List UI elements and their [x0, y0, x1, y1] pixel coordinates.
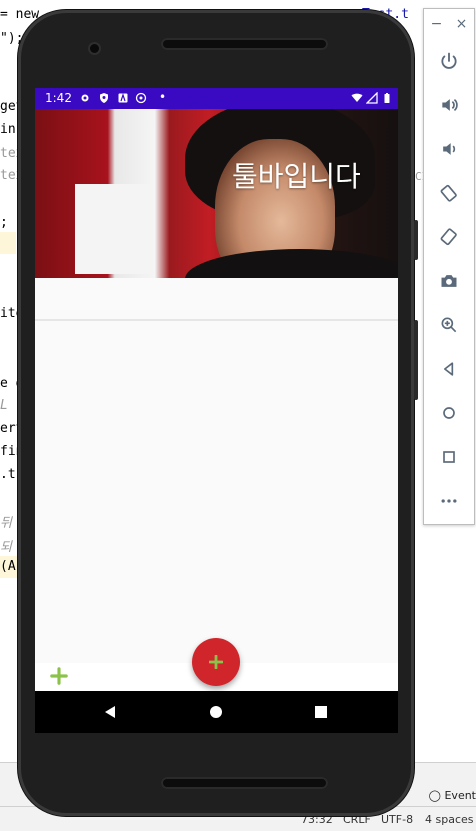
add-icon[interactable] — [50, 667, 68, 685]
zoom-button[interactable] — [424, 305, 474, 345]
indent-setting[interactable]: 4 spaces — [425, 813, 474, 826]
code-line: ; — [0, 215, 8, 230]
volume-up-icon — [442, 98, 458, 112]
code-line: .t — [0, 467, 16, 482]
notification-a-icon — [118, 93, 128, 103]
rotate-left-button[interactable] — [424, 173, 474, 213]
event-log-icon: ◯ — [428, 789, 445, 802]
zoom-icon — [441, 317, 457, 333]
image-shoulder — [185, 249, 398, 278]
camera-icon — [441, 275, 457, 287]
code-line: (A — [0, 559, 16, 574]
back-button[interactable] — [424, 349, 474, 389]
settings-icon — [81, 94, 89, 102]
front-camera — [90, 44, 99, 53]
overview-button[interactable] — [424, 437, 474, 477]
rotate-left-icon — [440, 184, 457, 202]
content-divider — [35, 319, 398, 321]
status-bar: 1:42 • — [35, 88, 398, 109]
screenshot-button[interactable] — [424, 261, 474, 301]
battery-icon — [384, 93, 390, 103]
image-window-light — [75, 184, 150, 274]
emulator-toolbar: − × — [423, 8, 475, 525]
fab-plus-icon — [209, 655, 223, 669]
status-time: 1:42 — [45, 91, 72, 105]
power-icon — [441, 52, 457, 69]
back-icon — [444, 362, 454, 376]
power-key — [414, 220, 418, 260]
home-button[interactable] — [424, 393, 474, 433]
code-line: L — [0, 398, 8, 413]
code-line: in — [0, 122, 16, 137]
nav-home-button[interactable] — [196, 691, 236, 733]
power-button[interactable] — [424, 41, 474, 81]
window-controls: − × — [424, 11, 474, 37]
more-notifications-dot: • — [159, 90, 167, 104]
shield-icon — [100, 93, 108, 103]
nav-overview-icon — [315, 706, 327, 718]
home-icon — [443, 407, 455, 419]
phone-screen: 1:42 • 툴바입니다 — [35, 88, 398, 733]
rotate-right-button[interactable] — [424, 217, 474, 257]
nav-back-icon — [105, 706, 115, 718]
wifi-icon — [351, 93, 363, 102]
bottom-speaker — [161, 777, 328, 789]
top-speaker — [161, 38, 328, 50]
code-line: = new — [0, 7, 40, 22]
code-line: 뒤 — [0, 516, 12, 531]
no-sync-icon — [135, 92, 147, 104]
nav-home-icon — [210, 706, 222, 718]
volume-key — [414, 320, 418, 400]
minimize-icon[interactable]: − — [431, 16, 443, 32]
file-encoding[interactable]: UTF-8 — [381, 813, 413, 826]
event-log-button[interactable]: ◯ Event — [429, 789, 476, 802]
rotate-right-icon — [440, 228, 457, 246]
toolbar-title: 툴바입니다 — [232, 160, 361, 193]
nav-overview-button[interactable] — [301, 691, 341, 733]
code-highlight — [0, 232, 16, 254]
toolbar-background-image: 툴바입니다 — [35, 109, 398, 278]
volume-up-button[interactable] — [424, 85, 474, 125]
signal-icon — [366, 92, 378, 104]
close-icon[interactable]: × — [456, 16, 468, 32]
code-line: 되 — [0, 540, 12, 555]
volume-down-icon — [443, 143, 456, 155]
floating-action-button[interactable] — [192, 638, 240, 686]
overview-icon — [443, 451, 455, 463]
system-nav-bar — [35, 691, 398, 733]
nav-back-button[interactable] — [90, 691, 130, 733]
more-icon — [441, 499, 457, 503]
more-button[interactable] — [424, 481, 474, 521]
volume-down-button[interactable] — [424, 129, 474, 169]
